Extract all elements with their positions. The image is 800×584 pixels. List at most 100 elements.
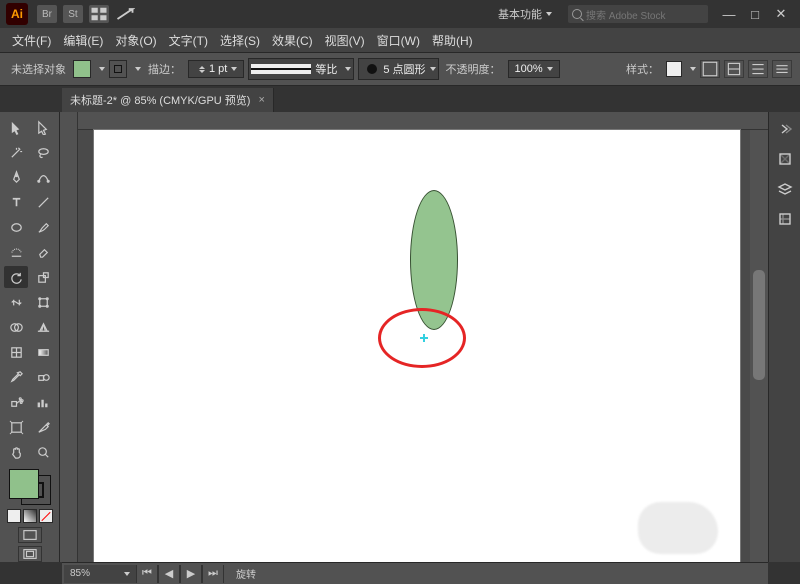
scale-tool[interactable] — [31, 266, 55, 288]
maximize-button[interactable]: □ — [748, 7, 762, 21]
minimize-button[interactable]: — — [722, 7, 736, 21]
column-graph-tool[interactable] — [31, 391, 55, 413]
slice-tool[interactable] — [31, 416, 55, 438]
annotation-arrow — [94, 130, 394, 280]
options-menu-icon[interactable] — [772, 60, 792, 78]
arrange-icon[interactable] — [89, 5, 109, 23]
perspective-grid-tool[interactable] — [31, 316, 55, 338]
menu-edit[interactable]: 编辑(E) — [57, 32, 109, 49]
fill-color-box[interactable] — [9, 469, 39, 499]
rotate-tool[interactable] — [4, 266, 28, 288]
brush-dot-icon — [367, 64, 377, 74]
chevron-down-icon — [547, 67, 553, 71]
stroke-swatch[interactable] — [109, 60, 127, 78]
selection-tool[interactable] — [4, 116, 28, 138]
menu-type[interactable]: 文字(T) — [163, 32, 214, 49]
scrollbar-vertical[interactable] — [750, 130, 768, 562]
graphic-style-swatch[interactable] — [666, 61, 682, 77]
chevron-down-icon — [124, 572, 130, 576]
zoom-field[interactable]: 85% — [64, 565, 136, 583]
status-bar: 85% ⏮ ◀ ▶ ⏭ 旋转 — [62, 562, 768, 584]
magic-wand-tool[interactable] — [4, 141, 28, 163]
layers-panel-icon[interactable] — [774, 178, 796, 200]
menu-window[interactable]: 窗口(W) — [371, 32, 426, 49]
stroke-weight-field[interactable]: 1 pt — [188, 60, 244, 78]
rotation-anchor-icon[interactable] — [420, 334, 428, 342]
ellipse-tool[interactable] — [4, 216, 28, 238]
screen-mode-button[interactable] — [18, 546, 42, 562]
search-input[interactable]: 搜索 Adobe Stock — [568, 5, 708, 23]
document-tab[interactable]: 未标题-2* @ 85% (CMYK/GPU 预览) × — [62, 88, 274, 112]
canvas-area[interactable] — [60, 112, 768, 562]
type-tool[interactable] — [4, 191, 28, 213]
nav-first-icon[interactable]: ⏮ — [136, 565, 158, 583]
nav-last-icon[interactable]: ⏭ — [202, 565, 224, 583]
chevron-down-icon[interactable] — [690, 67, 696, 71]
menu-select[interactable]: 选择(S) — [214, 32, 266, 49]
artboard-tool[interactable] — [4, 416, 28, 438]
document-setup-icon[interactable] — [700, 60, 720, 78]
menu-file[interactable]: 文件(F) — [6, 32, 57, 49]
chevron-down-icon[interactable] — [99, 67, 105, 71]
free-transform-tool[interactable] — [31, 291, 55, 313]
expand-dock-icon[interactable] — [774, 118, 796, 140]
color-mode-solid[interactable] — [7, 509, 21, 523]
nav-prev-icon[interactable]: ◀ — [158, 565, 180, 583]
color-mode-none[interactable] — [39, 509, 53, 523]
ruler-vertical[interactable] — [60, 112, 78, 562]
scroll-thumb[interactable] — [753, 270, 765, 380]
close-button[interactable]: ✕ — [774, 7, 788, 21]
shape-builder-tool[interactable] — [4, 316, 28, 338]
symbol-sprayer-tool[interactable] — [4, 391, 28, 413]
artboard[interactable] — [94, 130, 740, 562]
eyedropper-tool[interactable] — [4, 366, 28, 388]
color-control[interactable] — [9, 469, 51, 505]
color-mode-gradient[interactable] — [23, 509, 37, 523]
chevron-down-icon[interactable] — [231, 67, 237, 71]
search-placeholder: 搜索 Adobe Stock — [586, 7, 665, 22]
paintbrush-tool[interactable] — [31, 216, 55, 238]
align-panel-icon[interactable] — [748, 60, 768, 78]
app-logo: Ai — [6, 3, 28, 25]
stock-icon[interactable]: St — [63, 5, 83, 23]
workspace-label: 基本功能 — [498, 6, 542, 22]
preferences-icon[interactable] — [724, 60, 744, 78]
hand-tool[interactable] — [4, 441, 28, 463]
stroke-profile-field[interactable]: 等比 — [248, 58, 354, 80]
shaper-tool[interactable] — [4, 241, 28, 263]
nav-next-icon[interactable]: ▶ — [180, 565, 202, 583]
menu-object[interactable]: 对象(O) — [109, 32, 162, 49]
line-tool[interactable] — [31, 191, 55, 213]
lasso-tool[interactable] — [31, 141, 55, 163]
bridge-icon[interactable]: Br — [37, 5, 57, 23]
close-icon[interactable]: × — [258, 94, 264, 106]
draw-mode-normal[interactable] — [18, 527, 42, 543]
selection-status: 未选择对象 — [11, 61, 66, 77]
menu-view[interactable]: 视图(V) — [319, 32, 371, 49]
status-tool: 旋转 — [236, 566, 256, 581]
brush-field[interactable]: 5 点圆形 — [358, 58, 438, 80]
properties-panel-icon[interactable] — [774, 148, 796, 170]
menu-help[interactable]: 帮助(H) — [426, 32, 479, 49]
ruler-horizontal[interactable] — [78, 112, 768, 130]
curvature-tool[interactable] — [31, 166, 55, 188]
chevron-down-icon[interactable] — [135, 67, 141, 71]
pen-tool[interactable] — [4, 166, 28, 188]
direct-selection-tool[interactable] — [31, 116, 55, 138]
stepper-icon[interactable] — [199, 66, 205, 73]
right-dock — [768, 112, 800, 562]
zoom-tool[interactable] — [31, 441, 55, 463]
workspace-switcher[interactable]: 基本功能 — [490, 3, 560, 25]
eraser-tool[interactable] — [31, 241, 55, 263]
sync-icon[interactable] — [115, 5, 135, 23]
opacity-field[interactable]: 100% — [508, 60, 560, 78]
libraries-panel-icon[interactable] — [774, 208, 796, 230]
gradient-tool[interactable] — [31, 341, 55, 363]
mesh-tool[interactable] — [4, 341, 28, 363]
blend-tool[interactable] — [31, 366, 55, 388]
document-tab-title: 未标题-2* @ 85% (CMYK/GPU 预览) — [70, 92, 250, 108]
control-bar: 未选择对象 描边： 1 pt 等比 5 点圆形 不透明度： 100% 样式： — [0, 52, 800, 86]
width-tool[interactable] — [4, 291, 28, 313]
menu-effect[interactable]: 效果(C) — [266, 32, 319, 49]
fill-swatch[interactable] — [73, 60, 91, 78]
